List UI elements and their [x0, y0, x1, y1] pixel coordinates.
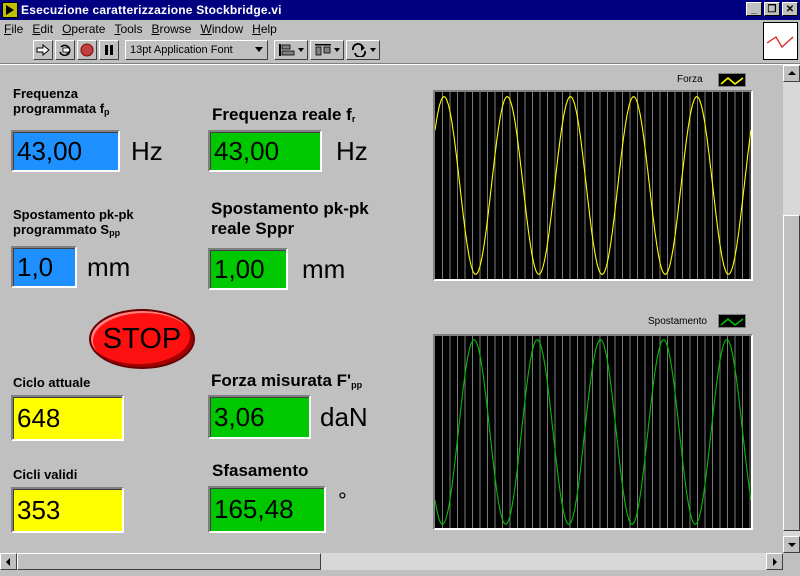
labview-window: Esecuzione caratterizzazione Stockbridge…: [0, 0, 800, 576]
freq-real-indicator: 43,00: [208, 130, 322, 172]
series-line-spostamento: [434, 339, 752, 525]
pause-button[interactable]: [99, 40, 119, 60]
disp-programmed-label: Spostamento pk-pk programmato Spp: [13, 207, 134, 238]
chevron-down-icon: [370, 48, 376, 52]
force-label: Forza misurata F'pp: [211, 371, 363, 390]
freq-programmed-label: Frequenza programmata fp: [13, 86, 110, 117]
vi-connector-icon[interactable]: [763, 22, 798, 60]
disp-real-unit: mm: [302, 254, 346, 284]
series-line-forza: [434, 96, 752, 275]
force-legend-swatch[interactable]: [718, 73, 746, 87]
cycle-current-indicator: 648: [11, 395, 124, 441]
distribute-objects-button[interactable]: [310, 40, 344, 60]
scroll-down-button[interactable]: [783, 536, 800, 553]
menu-bar: File Edit Operate Tools Browse Window He…: [0, 20, 760, 38]
freq-programmed-control[interactable]: 43,00: [11, 130, 120, 172]
close-button[interactable]: ✕: [782, 2, 798, 16]
abort-button[interactable]: [77, 40, 97, 60]
phase-indicator: 165,48: [208, 486, 326, 533]
title-bar[interactable]: Esecuzione caratterizzazione Stockbridge…: [0, 0, 800, 20]
disp-real-label: Spostamento pk-pk reale Sppr: [211, 199, 369, 238]
cycles-valid-label: Cicli validi: [13, 467, 78, 482]
force-unit: daN: [320, 402, 368, 432]
cycle-current-label: Ciclo attuale: [13, 375, 91, 390]
font-dropdown-value: 13pt Application Font: [130, 44, 233, 56]
font-dropdown[interactable]: 13pt Application Font: [125, 40, 268, 60]
pause-icon: [105, 45, 113, 55]
align-icon: [279, 44, 295, 56]
align-objects-button[interactable]: [274, 40, 308, 60]
vertical-scrollbar[interactable]: [783, 65, 800, 553]
menu-file[interactable]: File: [4, 22, 23, 36]
chevron-down-icon: [334, 48, 340, 52]
scrollbar-corner: [783, 553, 800, 570]
displacement-waveform-plot: [434, 336, 752, 528]
menu-help[interactable]: Help: [252, 22, 277, 36]
menu-window[interactable]: Window: [200, 22, 243, 36]
menu-edit[interactable]: Edit: [32, 22, 53, 36]
window-title: Esecuzione caratterizzazione Stockbridge…: [21, 3, 282, 17]
run-arrow-icon: [36, 44, 50, 56]
front-panel: Frequenza programmata fp 43,00 Hz Freque…: [0, 65, 783, 553]
reorder-objects-button[interactable]: [346, 40, 380, 60]
restore-button[interactable]: ❐: [764, 2, 780, 16]
menu-browse[interactable]: Browse: [151, 22, 191, 36]
window-controls: _ ❐ ✕: [744, 2, 798, 16]
menu-tools[interactable]: Tools: [114, 22, 142, 36]
chevron-down-icon: [298, 48, 304, 52]
vertical-scroll-thumb[interactable]: [783, 215, 800, 531]
run-continuous-icon: [59, 44, 71, 57]
horizontal-scrollbar[interactable]: [0, 553, 783, 570]
stop-button[interactable]: STOP: [89, 309, 195, 369]
force-waveform-plot: [434, 92, 752, 279]
cycles-valid-indicator: 353: [11, 487, 124, 533]
force-graph[interactable]: [433, 90, 753, 281]
chevron-down-icon: [255, 47, 263, 52]
menu-operate[interactable]: Operate: [62, 22, 105, 36]
minimize-button[interactable]: _: [746, 2, 762, 16]
displacement-legend-swatch[interactable]: [718, 314, 746, 328]
phase-unit: °: [338, 488, 347, 513]
scroll-up-button[interactable]: [783, 65, 800, 82]
distribute-icon: [315, 44, 331, 56]
reorder-icon: [352, 43, 366, 57]
phase-label: Sfasamento: [212, 461, 309, 480]
run-button[interactable]: [33, 40, 53, 60]
horizontal-scroll-thumb[interactable]: [17, 553, 321, 570]
disp-real-indicator: 1,00: [208, 248, 288, 290]
freq-real-unit: Hz: [336, 136, 368, 166]
disp-programmed-control[interactable]: 1,0: [11, 246, 77, 288]
freq-real-label: Frequenza reale fr: [212, 105, 356, 124]
labview-vi-icon[interactable]: [2, 2, 18, 18]
toolbar: 13pt Application Font: [0, 38, 760, 62]
disp-programmed-unit: mm: [87, 252, 131, 282]
abort-icon: [80, 43, 94, 57]
run-continuously-button[interactable]: [55, 40, 75, 60]
freq-programmed-unit: Hz: [131, 136, 163, 166]
scroll-right-button[interactable]: [766, 553, 783, 570]
scroll-left-button[interactable]: [0, 553, 17, 570]
displacement-legend-label: Spostamento: [648, 316, 707, 327]
force-indicator: 3,06: [208, 395, 311, 439]
force-legend-label: Forza: [677, 74, 703, 85]
displacement-graph[interactable]: [433, 334, 753, 530]
